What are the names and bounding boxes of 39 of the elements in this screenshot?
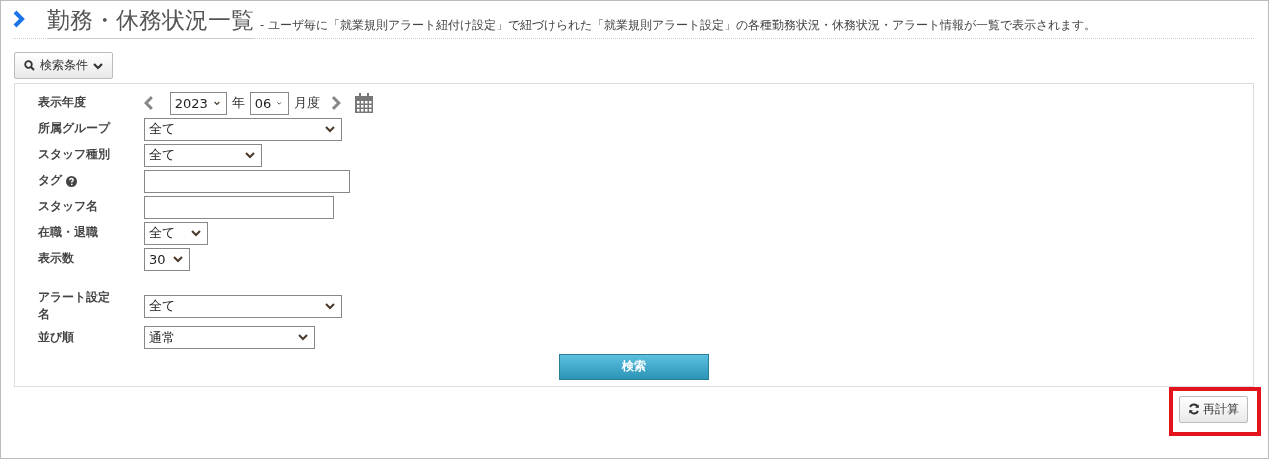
dropdown-field[interactable]: 全て: [144, 143, 262, 167]
input-field[interactable]: [144, 195, 334, 219]
search-conditions-button[interactable]: 検索条件: [14, 52, 113, 79]
dropdown-field[interactable]: 30: [144, 247, 190, 271]
refresh-icon: [1188, 403, 1200, 415]
search-icon: [24, 60, 35, 71]
chevron-icon: [13, 10, 25, 28]
month-select[interactable]: 06: [249, 91, 289, 115]
caret-icon: [213, 99, 220, 107]
input-field[interactable]: [144, 169, 350, 193]
field-label: 在職・退職: [38, 224, 98, 242]
caret-icon: [325, 302, 335, 310]
caret-icon: [245, 151, 255, 159]
dropdown-field[interactable]: 通常: [144, 326, 315, 349]
field-label: 表示数: [38, 250, 74, 268]
field-label: スタッフ名: [38, 198, 98, 216]
field-label: 並び順: [38, 328, 74, 346]
field-label: 表示年度: [38, 94, 86, 112]
dropdown-field[interactable]: 全て: [144, 221, 208, 245]
caret-icon: [298, 334, 308, 341]
calendar-icon[interactable]: [354, 93, 373, 113]
page-description: - ユーザ毎に「就業規則アラート紐付け設定」で紐づけられた「就業規則アラート設定」の各種勤務状況・休務状況・アラート情報が一覧で表示されます。: [260, 18, 1096, 34]
caret-icon: [191, 229, 201, 237]
dropdown-field[interactable]: 全て: [144, 294, 342, 318]
field-label: 所属グループ: [38, 120, 110, 138]
field-label: スタッフ種別: [38, 146, 110, 164]
dropdown-field[interactable]: 全て: [144, 117, 342, 141]
help-icon[interactable]: [66, 175, 77, 187]
caret-icon: [325, 125, 335, 133]
field-label: アラート設定名: [38, 289, 111, 324]
year-unit: 年: [231, 94, 245, 112]
field-label: タグ: [38, 172, 62, 190]
chevron-icon: [93, 61, 103, 70]
month-unit: 月度: [293, 94, 320, 112]
year-select[interactable]: 2023: [169, 91, 227, 115]
caret-icon: [173, 255, 183, 263]
recalculate-button[interactable]: 再計算: [1179, 395, 1248, 423]
page-title: 勤務・休務状況一覧: [47, 5, 254, 39]
caret-icon: [277, 99, 282, 107]
